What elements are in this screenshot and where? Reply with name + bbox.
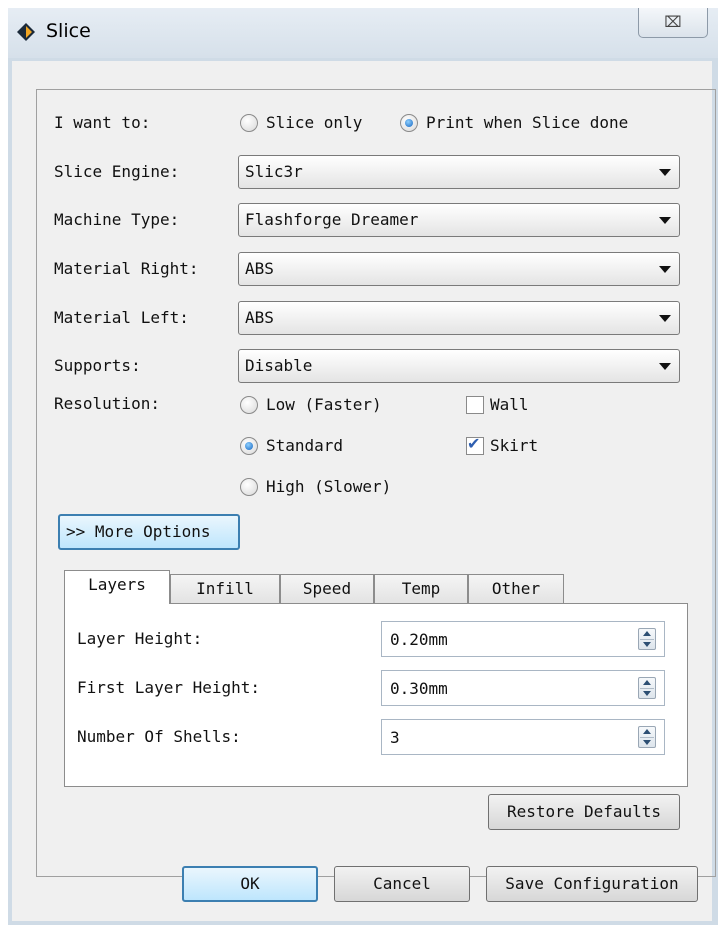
chevron-down-icon — [659, 266, 671, 273]
resolution-standard-radio[interactable] — [240, 437, 258, 455]
slice-only-label: Slice only — [266, 113, 363, 132]
material-left-label: Material Left: — [54, 308, 189, 327]
stepper-arrows-icon[interactable] — [638, 677, 656, 699]
slice-only-radio[interactable] — [240, 114, 258, 132]
want-label: I want to: — [54, 113, 151, 132]
dialog-body: I want to: Slice only Print when Slice d… — [12, 61, 716, 921]
app-logo-icon — [17, 23, 35, 41]
skirt-label: Skirt — [490, 436, 539, 455]
layer-height-spinbox[interactable]: 0.20mm — [381, 621, 665, 657]
material-right-select[interactable]: ABS — [238, 252, 680, 286]
tab-infill[interactable]: Infill — [170, 574, 280, 604]
layers-tab-panel: Layer Height: 0.20mm First Layer Height:… — [64, 603, 688, 787]
chevron-down-icon — [659, 363, 671, 370]
title-bar: Slice ⌧ — [8, 8, 718, 58]
chevron-down-icon — [659, 217, 671, 224]
window-title: Slice — [46, 20, 91, 42]
machine-type-select[interactable]: Flashforge Dreamer — [238, 203, 680, 237]
wall-checkbox[interactable] — [466, 396, 484, 414]
slice-engine-label: Slice Engine: — [54, 162, 180, 181]
layer-height-label: Layer Height: — [77, 629, 203, 648]
resolution-high-radio[interactable] — [240, 478, 258, 496]
material-left-select[interactable]: ABS — [238, 301, 680, 335]
print-when-done-label: Print when Slice done — [426, 113, 629, 132]
supports-label: Supports: — [54, 356, 141, 375]
cancel-button[interactable]: Cancel — [334, 866, 470, 902]
save-configuration-button[interactable]: Save Configuration — [486, 866, 698, 902]
first-layer-height-spinbox[interactable]: 0.30mm — [381, 670, 665, 706]
tab-layers[interactable]: Layers — [64, 570, 170, 604]
resolution-label: Resolution: — [54, 394, 160, 413]
restore-defaults-button[interactable]: Restore Defaults — [488, 794, 680, 830]
material-right-value: ABS — [245, 259, 274, 278]
resolution-standard-label: Standard — [266, 436, 344, 455]
chevron-down-icon — [659, 315, 671, 322]
layer-height-value: 0.20mm — [390, 630, 448, 649]
tab-temp[interactable]: Temp — [374, 574, 468, 604]
resolution-low-radio[interactable] — [240, 396, 258, 414]
machine-type-label: Machine Type: — [54, 210, 180, 229]
print-when-done-radio[interactable] — [400, 114, 418, 132]
resolution-low-label: Low (Faster) — [266, 395, 382, 414]
machine-type-value: Flashforge Dreamer — [245, 210, 419, 229]
first-layer-height-label: First Layer Height: — [77, 678, 261, 697]
tab-speed[interactable]: Speed — [280, 574, 374, 604]
shells-spinbox[interactable]: 3 — [381, 719, 665, 755]
supports-select[interactable]: Disable — [238, 349, 680, 383]
slice-engine-select[interactable]: Slic3r — [238, 155, 680, 189]
shells-label: Number Of Shells: — [77, 727, 241, 746]
chevron-down-icon — [659, 169, 671, 176]
ok-button[interactable]: OK — [182, 866, 318, 902]
more-options-button[interactable]: >> More Options — [58, 514, 240, 550]
close-icon: ⌧ — [664, 13, 682, 31]
slice-dialog: Slice ⌧ I want to: Slice only Print when… — [8, 8, 718, 925]
resolution-high-label: High (Slower) — [266, 477, 392, 496]
tab-other[interactable]: Other — [468, 574, 564, 604]
shells-value: 3 — [390, 728, 400, 747]
supports-value: Disable — [245, 356, 313, 375]
wall-label: Wall — [490, 395, 529, 414]
first-layer-height-value: 0.30mm — [390, 679, 448, 698]
slice-engine-value: Slic3r — [245, 162, 303, 181]
skirt-checkbox[interactable]: ✔ — [466, 434, 484, 455]
material-left-value: ABS — [245, 308, 274, 327]
material-right-label: Material Right: — [54, 259, 199, 278]
close-button[interactable]: ⌧ — [638, 8, 708, 38]
checkmark-icon: ✔ — [467, 434, 481, 453]
stepper-arrows-icon[interactable] — [638, 726, 656, 748]
stepper-arrows-icon[interactable] — [638, 628, 656, 650]
